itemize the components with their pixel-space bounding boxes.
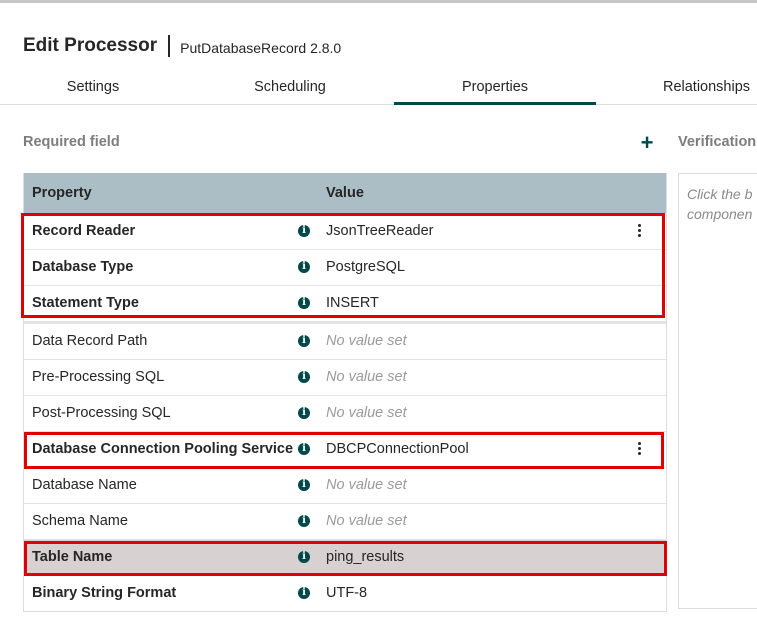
property-value[interactable]: JsonTreeReader (326, 214, 433, 249)
property-value[interactable]: ping_results (326, 540, 404, 575)
info-icon[interactable]: i (298, 407, 310, 419)
title-separator (168, 35, 171, 57)
property-name: Schema Name (32, 513, 128, 529)
property-name: Record Reader (32, 223, 136, 239)
table-row[interactable]: Schema Name i No value set (24, 503, 666, 539)
verification-heading: Verification (678, 134, 757, 150)
property-value[interactable]: PostgreSQL (326, 250, 405, 285)
property-name: Database Connection Pooling Service (32, 441, 294, 457)
more-vertical-icon[interactable] (632, 223, 646, 240)
property-value[interactable]: No value set (326, 360, 407, 395)
info-icon[interactable]: i (298, 371, 310, 383)
top-border (0, 0, 757, 3)
info-icon[interactable]: i (298, 225, 310, 237)
dialog-header: Edit Processor PutDatabaseRecord 2.8.0 (23, 35, 341, 57)
property-name: Binary String Format (32, 585, 177, 601)
column-header-property: Property (32, 185, 92, 201)
table-row[interactable]: Database Connection Pooling Service i DBCP… (24, 431, 666, 467)
property-value[interactable]: UTF-8 (326, 576, 367, 611)
property-name: Table Name (32, 549, 113, 565)
info-icon[interactable]: i (298, 587, 310, 599)
more-vertical-icon[interactable] (632, 441, 646, 458)
property-value[interactable]: No value set (326, 324, 407, 359)
plus-icon: + (640, 130, 654, 155)
info-icon[interactable]: i (298, 551, 310, 563)
table-row[interactable]: Statement Type i INSERT (24, 285, 666, 321)
verification-hint-line: Click the b (687, 186, 753, 202)
table-row[interactable]: Database Type i PostgreSQL (24, 249, 666, 285)
info-icon[interactable]: i (298, 297, 310, 309)
table-row[interactable]: Pre-Processing SQL i No value set (24, 359, 666, 395)
add-property-button[interactable]: + (637, 132, 657, 154)
tab-scheduling[interactable]: Scheduling (186, 70, 394, 104)
properties-table: Property Value Record Reader i JsonTreeRea… (23, 173, 667, 612)
table-header: Property Value (24, 173, 666, 213)
property-value[interactable]: DBCPConnectionPool (326, 432, 469, 467)
info-icon[interactable]: i (298, 261, 310, 273)
info-icon[interactable]: i (298, 443, 310, 455)
verification-hint: Click the b componen (687, 184, 752, 224)
table-row[interactable]: Post-Processing SQL i No value set (24, 395, 666, 431)
verification-panel: Click the b componen (678, 173, 757, 609)
table-row[interactable]: Record Reader i JsonTreeReader (24, 213, 666, 249)
property-name: Data Record Path (32, 333, 148, 349)
table-row[interactable]: Table Name i ping_results (24, 539, 666, 575)
info-icon[interactable]: i (298, 335, 310, 347)
dialog-title: Edit Processor (23, 35, 158, 56)
property-value[interactable]: No value set (326, 396, 407, 431)
property-value[interactable]: INSERT (326, 286, 379, 321)
verification-hint-line: componen (687, 206, 753, 222)
table-row[interactable]: Binary String Format i UTF-8 (24, 575, 666, 611)
property-name: Database Name (32, 477, 137, 493)
table-row[interactable]: Database Name i No value set (24, 467, 666, 503)
tab-properties[interactable]: Properties (394, 70, 596, 105)
info-icon[interactable]: i (298, 479, 310, 491)
property-name: Post-Processing SQL (32, 405, 171, 421)
required-field-label: Required field (23, 134, 120, 150)
tab-bar: Settings Scheduling Properties Relations… (0, 70, 757, 105)
table-row[interactable]: Data Record Path i No value set (24, 321, 666, 359)
column-header-value: Value (326, 185, 364, 201)
tab-relationships[interactable]: Relationships (596, 70, 757, 104)
processor-type-version: PutDatabaseRecord 2.8.0 (180, 39, 342, 56)
property-value[interactable]: No value set (326, 504, 407, 539)
info-icon[interactable]: i (298, 515, 310, 527)
property-value[interactable]: No value set (326, 468, 407, 503)
property-name: Statement Type (32, 295, 139, 311)
tab-settings[interactable]: Settings (0, 70, 186, 104)
property-name: Pre-Processing SQL (32, 369, 165, 385)
property-name: Database Type (32, 259, 134, 275)
